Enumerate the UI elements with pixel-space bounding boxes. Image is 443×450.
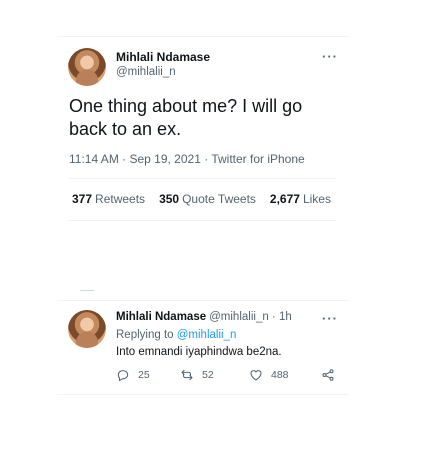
retweets-label: Retweets	[95, 192, 146, 206]
likes-count: 2,677	[269, 192, 300, 206]
author-handle-time[interactable]: @mihlalii_n · 1h	[209, 311, 292, 323]
retweets-stat[interactable]: 377 Retweets	[72, 192, 145, 206]
reply-actions: 25 52 488	[116, 368, 341, 386]
replying-prefix: Replying to	[116, 329, 174, 341]
divider	[80, 290, 94, 291]
reply-action[interactable]: 25	[116, 368, 150, 382]
tweet-meta[interactable]: 11:14 AM · Sep 19, 2021 · Twitter for iP…	[69, 152, 305, 166]
divider	[69, 220, 336, 221]
share-icon	[322, 369, 334, 381]
divider	[69, 178, 336, 179]
tweet-text: One thing about me? I will go back to an…	[69, 96, 303, 139]
quote-tweets-count: 350	[159, 192, 180, 206]
share-action[interactable]	[321, 368, 335, 382]
retweet-icon	[181, 369, 193, 381]
like-action[interactable]: 488	[249, 368, 289, 382]
replying-to-link[interactable]: @mihlalii_n	[177, 329, 237, 341]
divider	[57, 394, 349, 395]
engagement-stats: 377 Retweets 350 Quote Tweets 2,677 Likes	[72, 192, 331, 206]
likes-stat[interactable]: 2,677 Likes	[270, 192, 331, 206]
author-name[interactable]: Mihlali Ndamase	[116, 311, 206, 323]
retweets-count: 377	[72, 192, 93, 206]
reply-icon	[117, 370, 129, 382]
likes-label: Likes	[302, 192, 331, 206]
more-icon[interactable]: ···	[322, 312, 338, 325]
like-count: 488	[271, 369, 289, 381]
retweet-count: 52	[202, 369, 214, 381]
replying-to: Replying to @mihlalii_n	[116, 329, 236, 341]
top-divider	[57, 36, 349, 37]
quote-tweets-stat[interactable]: 350 Quote Tweets	[159, 192, 256, 206]
more-icon[interactable]: ···	[322, 50, 338, 63]
avatar[interactable]	[68, 48, 106, 86]
quote-tweets-label: Quote Tweets	[182, 192, 256, 206]
divider	[57, 300, 349, 301]
reply-count: 25	[138, 369, 150, 381]
retweet-action[interactable]: 52	[180, 368, 214, 382]
reply-text: Into emnandi iyaphindwa be2na.	[116, 346, 282, 358]
avatar[interactable]	[68, 310, 106, 348]
reply-header: Mihlali Ndamase @mihlalii_n · 1h	[116, 311, 292, 323]
like-icon	[250, 370, 262, 381]
author-name[interactable]: Mihlali Ndamase	[116, 50, 210, 64]
author-handle[interactable]: @mihlalii_n	[116, 66, 176, 78]
